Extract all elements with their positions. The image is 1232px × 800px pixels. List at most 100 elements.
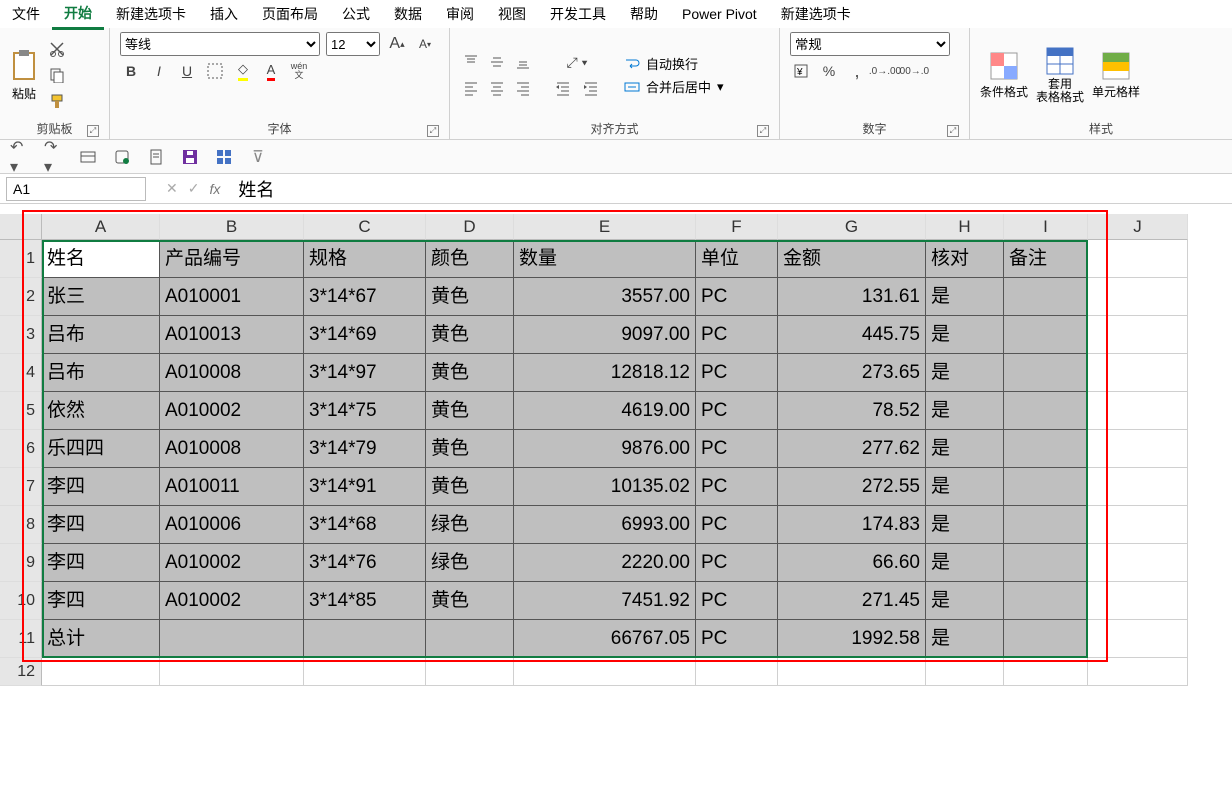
cell-C3[interactable]: 3*14*69 [304,316,426,354]
cell-J1[interactable] [1088,240,1188,278]
qat-customize[interactable]: ⊽ [248,147,268,167]
cell-G10[interactable]: 271.45 [778,582,926,620]
cell-A6[interactable]: 乐四四 [42,430,160,468]
menu-item-3[interactable]: 插入 [198,0,250,28]
increase-font-button[interactable]: A▴ [386,33,408,55]
col-header-D[interactable]: D [426,214,514,240]
cell-A12[interactable] [42,658,160,686]
cell-H10[interactable]: 是 [926,582,1004,620]
cell-I6[interactable] [1004,430,1088,468]
menu-item-10[interactable]: 帮助 [618,0,670,28]
cell-H4[interactable]: 是 [926,354,1004,392]
cell-G1[interactable]: 金额 [778,240,926,278]
comma-button[interactable]: , [846,60,868,82]
fx-icon[interactable]: fx [209,181,220,197]
cell-C1[interactable]: 规格 [304,240,426,278]
row-header-10[interactable]: 10 [0,582,42,620]
qat-icon-1[interactable] [78,147,98,167]
row-header-3[interactable]: 3 [0,316,42,354]
cell-B8[interactable]: A010006 [160,506,304,544]
column-headers[interactable]: ABCDEFGHIJ [42,214,1232,240]
align-center-button[interactable] [486,77,508,99]
cell-B12[interactable] [160,658,304,686]
cell-C4[interactable]: 3*14*97 [304,354,426,392]
alignment-launcher[interactable]: ⤢ [757,125,769,137]
cell-A11[interactable]: 总计 [42,620,160,658]
formula-input[interactable] [230,177,1232,201]
cell-I8[interactable] [1004,506,1088,544]
cell-E6[interactable]: 9876.00 [514,430,696,468]
menu-item-9[interactable]: 开发工具 [538,0,618,28]
clipboard-launcher[interactable]: ⤢ [87,125,99,137]
qat-icon-2[interactable] [112,147,132,167]
cell-D3[interactable]: 黄色 [426,316,514,354]
cell-F7[interactable]: PC [696,468,778,506]
cancel-formula-icon[interactable]: ✕ [166,180,178,197]
row-header-5[interactable]: 5 [0,392,42,430]
orientation-button[interactable]: ⤢ ▾ [552,51,602,73]
cell-D2[interactable]: 黄色 [426,278,514,316]
cell-G9[interactable]: 66.60 [778,544,926,582]
menu-item-1[interactable]: 开始 [52,0,104,30]
cell-J12[interactable] [1088,658,1188,686]
cell-A5[interactable]: 依然 [42,392,160,430]
redo-button[interactable]: ↷ ▾ [44,147,64,167]
copy-button[interactable] [46,64,68,86]
font-launcher[interactable]: ⤢ [427,125,439,137]
row-header-2[interactable]: 2 [0,278,42,316]
cell-A4[interactable]: 吕布 [42,354,160,392]
menu-item-7[interactable]: 审阅 [434,0,486,28]
borders-button[interactable] [204,60,226,82]
cell-H6[interactable]: 是 [926,430,1004,468]
cell-J10[interactable] [1088,582,1188,620]
decrease-decimal-button[interactable]: .00→.0 [902,60,924,82]
cell-C8[interactable]: 3*14*68 [304,506,426,544]
number-format-select[interactable]: 常规 [790,32,950,56]
cell-F10[interactable]: PC [696,582,778,620]
cell-F2[interactable]: PC [696,278,778,316]
align-bottom-button[interactable] [512,51,534,73]
row-header-7[interactable]: 7 [0,468,42,506]
col-header-E[interactable]: E [514,214,696,240]
cell-F11[interactable]: PC [696,620,778,658]
italic-button[interactable]: I [148,60,170,82]
cell-E11[interactable]: 66767.05 [514,620,696,658]
cell-I1[interactable]: 备注 [1004,240,1088,278]
cell-C9[interactable]: 3*14*76 [304,544,426,582]
cell-E4[interactable]: 12818.12 [514,354,696,392]
bold-button[interactable]: B [120,60,142,82]
cell-A9[interactable]: 李四 [42,544,160,582]
col-header-B[interactable]: B [160,214,304,240]
cell-I7[interactable] [1004,468,1088,506]
menu-item-5[interactable]: 公式 [330,0,382,28]
cell-G8[interactable]: 174.83 [778,506,926,544]
col-header-G[interactable]: G [778,214,926,240]
format-painter-button[interactable] [46,90,68,112]
cell-F9[interactable]: PC [696,544,778,582]
cell-H3[interactable]: 是 [926,316,1004,354]
align-right-button[interactable] [512,77,534,99]
cell-E9[interactable]: 2220.00 [514,544,696,582]
cut-button[interactable] [46,38,68,60]
name-box[interactable] [6,177,146,201]
cell-I2[interactable] [1004,278,1088,316]
decrease-font-button[interactable]: A▾ [414,33,436,55]
select-all-corner[interactable] [0,214,42,240]
cell-H9[interactable]: 是 [926,544,1004,582]
row-header-1[interactable]: 1 [0,240,42,278]
cell-B3[interactable]: A010013 [160,316,304,354]
phonetic-button[interactable]: wén 文 [288,60,310,82]
qat-icon-3[interactable] [146,147,166,167]
cell-A10[interactable]: 李四 [42,582,160,620]
underline-button[interactable]: U [176,60,198,82]
cell-G2[interactable]: 131.61 [778,278,926,316]
cell-F5[interactable]: PC [696,392,778,430]
cell-D6[interactable]: 黄色 [426,430,514,468]
cell-I12[interactable] [1004,658,1088,686]
cell-G5[interactable]: 78.52 [778,392,926,430]
cell-H12[interactable] [926,658,1004,686]
col-header-A[interactable]: A [42,214,160,240]
enter-formula-icon[interactable]: ✓ [188,180,200,197]
cell-J3[interactable] [1088,316,1188,354]
cell-H11[interactable]: 是 [926,620,1004,658]
